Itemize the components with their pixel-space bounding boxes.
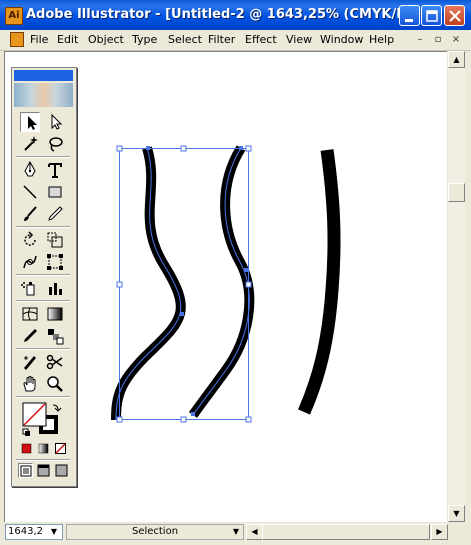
status-dropdown-icon[interactable]: ▼ [229,525,243,539]
blend-tool[interactable] [45,326,65,346]
graph-tool-icon [49,283,62,295]
full-screen-menu-mode-button[interactable] [36,463,51,478]
mesh-tool[interactable] [20,304,40,324]
zoom-tool[interactable] [45,374,65,394]
vertical-scroll-thumb[interactable] [448,183,465,202]
direct-selection-tool[interactable] [45,112,65,132]
anchor-points[interactable] [146,146,248,416]
zoom-dropdown-icon[interactable]: ▼ [47,525,61,539]
pencil-tool[interactable] [45,204,65,224]
free-transform-tool[interactable] [45,252,65,272]
toolbox-title-bar[interactable] [14,70,73,81]
line-segment-tool[interactable] [20,182,40,202]
warp-tool[interactable] [20,252,40,272]
none-swatch-icon [55,443,66,454]
pencil-tool-icon [48,206,63,221]
standard-screen-mode-button[interactable] [18,463,33,478]
scissors-tool-icon [46,354,63,370]
symbol-sprayer-tool[interactable] [20,278,40,298]
rectangle-tool[interactable] [45,182,65,202]
scroll-right-button[interactable]: ▶ [431,524,448,540]
standard-screen-mode-icon [20,465,32,477]
full-screen-mode-icon [55,464,68,477]
direct-selection-tool-icon [51,113,63,130]
scale-tool[interactable] [45,230,65,250]
resize-grip[interactable] [448,524,465,540]
paintbrush-tool[interactable] [20,204,40,224]
vertical-scrollbar[interactable] [448,51,465,522]
symbol-sprayer-tool-icon [21,282,35,296]
free-transform-tool-icon [47,254,63,270]
magic-wand-tool-icon [24,136,38,151]
rectangle-tool-icon [48,186,62,198]
gradient-button[interactable] [37,442,50,455]
toolbox-separator [16,396,70,398]
gradient-tool[interactable] [45,304,65,324]
scroll-up-button[interactable]: ▲ [448,51,465,68]
toolbox-separator [16,459,70,461]
mesh-tool-icon [22,307,38,321]
status-display-field[interactable]: Selection [66,524,244,540]
line-segment-tool-icon [23,185,37,199]
hand-tool[interactable] [20,374,40,394]
fill-stroke-icon [22,402,62,436]
gradient-tool-icon [47,307,63,321]
eyedropper-tool-icon [24,329,37,342]
lasso-tool[interactable] [45,134,65,154]
illustrator-window: Ai Adobe Illustrator - [Untitled-2 @ 164… [0,0,471,545]
color-button[interactable] [20,442,33,455]
toolbox-splash-image[interactable] [14,83,73,107]
lasso-tool-icon [49,137,63,152]
fill-stroke-swatches[interactable] [20,401,66,441]
scale-tool-icon [47,232,63,248]
full-screen-mode-button[interactable] [54,463,69,478]
toolbox-separator [16,274,70,276]
scroll-down-button[interactable]: ▼ [448,505,465,522]
rotate-tool-icon [24,231,36,246]
scissors-tool[interactable] [45,352,65,372]
full-screen-menu-mode-icon [37,464,50,477]
toolbox-separator [16,300,70,302]
none-button[interactable] [54,442,67,455]
selection-tool-icon [28,116,37,130]
type-tool-icon [48,163,62,178]
pen-tool[interactable] [20,160,40,180]
paintbrush-tool-icon [24,206,37,221]
toolbox-separator [16,156,70,158]
warp-tool-icon [23,255,37,269]
artwork-stroke-3[interactable] [298,149,341,415]
toolbox-separator [16,348,70,350]
hand-tool-icon [23,376,36,392]
magic-wand-tool[interactable] [20,134,40,154]
gradient-swatch-icon [38,443,49,454]
horizontal-scroll-thumb[interactable] [262,524,430,540]
graph-tool[interactable] [45,278,65,298]
zoom-tool-icon [47,376,63,392]
pen-tool-icon [24,160,36,177]
toolbox-panel [11,67,77,487]
blend-tool-icon [48,329,64,345]
type-tool[interactable] [45,160,65,180]
solid-color-icon [21,443,32,454]
slice-tool-icon [24,356,36,370]
toolbox-separator [16,226,70,228]
scroll-left-button[interactable]: ◀ [246,524,263,540]
rotate-tool[interactable] [20,230,40,250]
slice-tool[interactable] [20,352,40,372]
selection-tool[interactable] [20,112,40,132]
artwork-stroke-2[interactable] [188,145,255,418]
eyedropper-tool[interactable] [20,326,40,346]
